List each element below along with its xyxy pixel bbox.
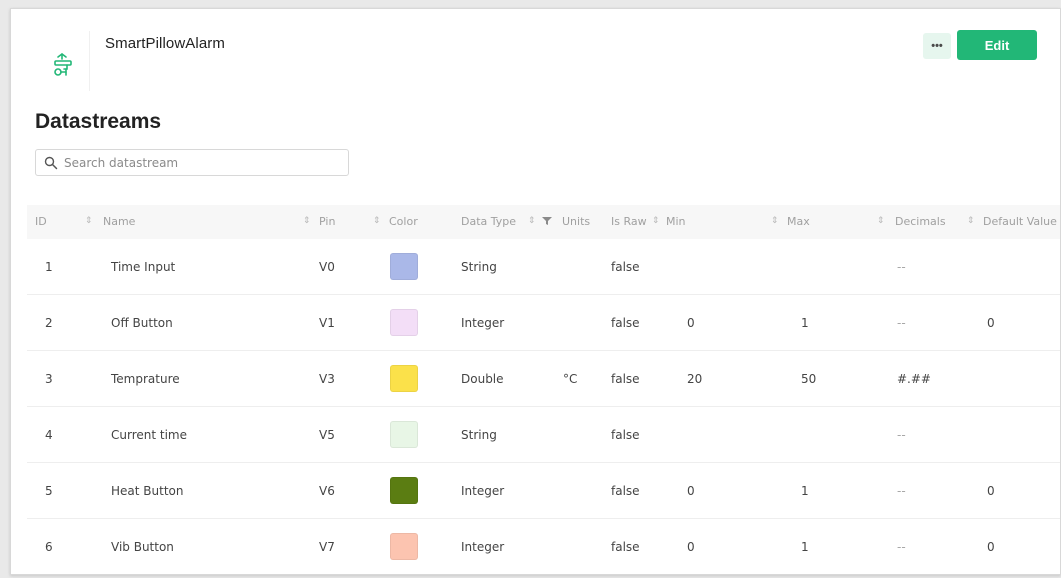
cell-id: 4 bbox=[45, 428, 53, 442]
cell-min: 20 bbox=[687, 372, 703, 386]
cell-id: 6 bbox=[45, 540, 53, 554]
table-header: ID ⇕ Name ⇕ Pin ⇕ Color Data Type ⇕ Unit… bbox=[27, 205, 1060, 239]
table-row[interactable]: 6 Vib Button V7 Integer false 0 1 -- 0 bbox=[27, 519, 1060, 574]
table-row[interactable]: 2 Off Button V1 Integer false 0 1 -- 0 bbox=[27, 295, 1060, 351]
header-divider bbox=[89, 31, 90, 91]
column-header-data-type[interactable]: Data Type bbox=[461, 215, 516, 228]
color-swatch bbox=[390, 309, 418, 336]
cell-is-raw: false bbox=[611, 484, 640, 498]
cell-pin: V3 bbox=[319, 372, 335, 386]
table-row[interactable]: 5 Heat Button V6 Integer false 0 1 -- 0 bbox=[27, 463, 1060, 519]
cell-id: 5 bbox=[45, 484, 53, 498]
cell-pin: V7 bbox=[319, 540, 335, 554]
device-header: SmartPillowAlarm ••• Edit bbox=[11, 9, 1060, 101]
cell-max: 1 bbox=[801, 484, 809, 498]
column-header-max[interactable]: Max bbox=[787, 215, 810, 228]
cell-data-type: Integer bbox=[461, 484, 505, 498]
cell-name: Temprature bbox=[111, 372, 180, 386]
sort-icon[interactable]: ⇕ bbox=[528, 215, 536, 226]
more-actions-button[interactable]: ••• bbox=[923, 33, 951, 59]
datastreams-table: ID ⇕ Name ⇕ Pin ⇕ Color Data Type ⇕ Unit… bbox=[27, 205, 1060, 574]
column-header-units: Units bbox=[562, 215, 591, 228]
table-row[interactable]: 3 Temprature V3 Double °C false 20 50 #.… bbox=[27, 351, 1060, 407]
cell-decimals: -- bbox=[897, 484, 906, 498]
cell-name: Current time bbox=[111, 428, 187, 442]
cell-data-type: String bbox=[461, 260, 497, 274]
page-title: Datastreams bbox=[35, 110, 162, 133]
table-row[interactable]: 1 Time Input V0 String false -- bbox=[27, 239, 1060, 295]
cell-id: 3 bbox=[45, 372, 53, 386]
sort-icon[interactable]: ⇕ bbox=[877, 215, 885, 226]
cell-pin: V6 bbox=[319, 484, 335, 498]
cell-name: Off Button bbox=[111, 316, 173, 330]
cell-id: 1 bbox=[45, 260, 53, 274]
color-swatch bbox=[390, 421, 418, 448]
cell-max: 1 bbox=[801, 316, 809, 330]
cell-units: °C bbox=[563, 372, 578, 386]
column-header-min[interactable]: Min bbox=[666, 215, 686, 228]
search-input[interactable] bbox=[64, 153, 344, 173]
cell-decimals: -- bbox=[897, 316, 906, 330]
cell-id: 2 bbox=[45, 316, 53, 330]
smart-pillow-logo-icon bbox=[39, 41, 95, 87]
cell-decimals: #.## bbox=[897, 372, 931, 386]
cell-name: Vib Button bbox=[111, 540, 174, 554]
column-header-default-value[interactable]: Default Value bbox=[983, 215, 1057, 228]
search-icon bbox=[44, 156, 58, 170]
color-swatch bbox=[390, 253, 418, 280]
cell-data-type: String bbox=[461, 428, 497, 442]
sort-icon[interactable]: ⇕ bbox=[303, 215, 311, 226]
cell-min: 0 bbox=[687, 540, 695, 554]
sort-icon[interactable]: ⇕ bbox=[771, 215, 779, 226]
app-window: SmartPillowAlarm ••• Edit Datastreams ID… bbox=[10, 8, 1061, 575]
cell-name: Heat Button bbox=[111, 484, 184, 498]
color-swatch bbox=[390, 365, 418, 392]
cell-pin: V1 bbox=[319, 316, 335, 330]
cell-min: 0 bbox=[687, 316, 695, 330]
cell-pin: V0 bbox=[319, 260, 335, 274]
sort-icon[interactable]: ⇕ bbox=[967, 215, 975, 226]
cell-pin: V5 bbox=[319, 428, 335, 442]
cell-is-raw: false bbox=[611, 260, 640, 274]
column-header-color: Color bbox=[389, 215, 418, 228]
sort-icon[interactable]: ⇕ bbox=[652, 215, 660, 226]
table-row[interactable]: 4 Current time V5 String false -- bbox=[27, 407, 1060, 463]
cell-data-type: Double bbox=[461, 372, 504, 386]
cell-default-value: 0 bbox=[987, 484, 995, 498]
cell-is-raw: false bbox=[611, 372, 640, 386]
cell-decimals: -- bbox=[897, 540, 906, 554]
column-header-name[interactable]: Name bbox=[103, 215, 135, 228]
cell-data-type: Integer bbox=[461, 540, 505, 554]
filter-icon[interactable] bbox=[542, 216, 552, 226]
cell-max: 1 bbox=[801, 540, 809, 554]
color-swatch bbox=[390, 477, 418, 504]
search-box[interactable] bbox=[35, 149, 349, 176]
cell-name: Time Input bbox=[111, 260, 176, 274]
cell-data-type: Integer bbox=[461, 316, 505, 330]
cell-default-value: 0 bbox=[987, 540, 995, 554]
device-name: SmartPillowAlarm bbox=[105, 35, 225, 52]
column-header-is-raw[interactable]: Is Raw bbox=[611, 215, 647, 228]
edit-button[interactable]: Edit bbox=[957, 30, 1037, 60]
column-header-id[interactable]: ID bbox=[35, 215, 47, 228]
sort-icon[interactable]: ⇕ bbox=[85, 215, 93, 226]
column-header-decimals[interactable]: Decimals bbox=[895, 215, 946, 228]
cell-max: 50 bbox=[801, 372, 817, 386]
cell-is-raw: false bbox=[611, 428, 640, 442]
cell-is-raw: false bbox=[611, 316, 640, 330]
cell-is-raw: false bbox=[611, 540, 640, 554]
cell-decimals: -- bbox=[897, 260, 906, 274]
column-header-pin[interactable]: Pin bbox=[319, 215, 335, 228]
cell-decimals: -- bbox=[897, 428, 906, 442]
sort-icon[interactable]: ⇕ bbox=[373, 215, 381, 226]
color-swatch bbox=[390, 533, 418, 560]
cell-default-value: 0 bbox=[987, 316, 995, 330]
cell-min: 0 bbox=[687, 484, 695, 498]
